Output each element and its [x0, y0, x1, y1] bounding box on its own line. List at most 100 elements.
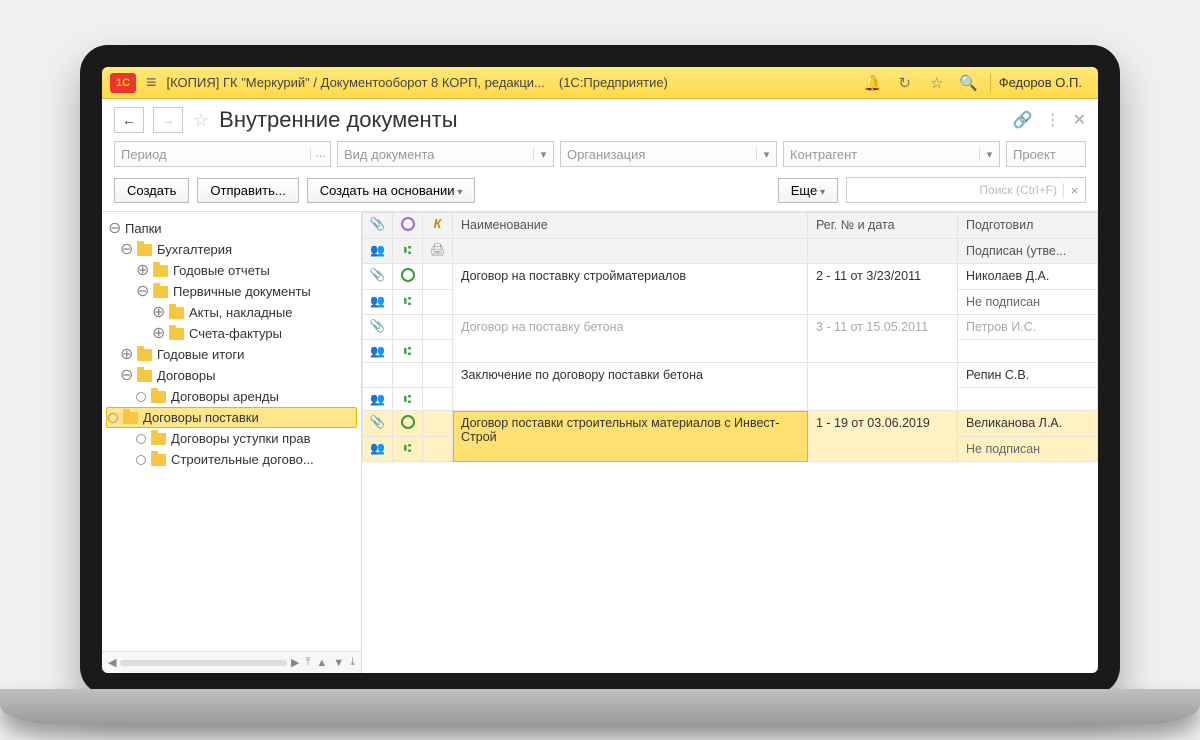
- level-up-icon[interactable]: ▲: [314, 657, 329, 669]
- col-status[interactable]: [393, 213, 423, 239]
- app-title: [КОПИЯ] ГК "Меркурий" / Документооборот …: [167, 75, 545, 90]
- tree-node[interactable]: ⊖Договоры: [106, 365, 357, 386]
- cell-name: Договор на поставку стройматериалов: [453, 264, 808, 315]
- table-row[interactable]: 📎Договор поставки строительных материало…: [363, 411, 1098, 437]
- print-icon: 🖨: [430, 243, 446, 257]
- menu-icon[interactable]: ≡: [146, 72, 157, 93]
- tree-node[interactable]: ⊕Годовые отчеты: [106, 260, 357, 281]
- tree-footer: ◀ ▶ ⤒ ▲ ▼ ⤓: [102, 651, 361, 673]
- workspace: ⊖ Папки ⊖Бухгалтерия⊕Годовые отчеты⊖Перв…: [102, 211, 1098, 673]
- create-based-button[interactable]: Создать на основании: [307, 178, 476, 203]
- folder-icon: [137, 349, 152, 361]
- expand-icon[interactable]: ⊖: [120, 245, 132, 255]
- chevron-down-icon[interactable]: ▾: [756, 148, 776, 161]
- create-button[interactable]: Создать: [114, 178, 189, 203]
- chevron-down-icon[interactable]: ▾: [533, 148, 553, 161]
- expand-icon[interactable]: ⊖: [120, 371, 132, 381]
- cell-signed: [958, 340, 1098, 363]
- close-icon[interactable]: ✕: [1073, 110, 1086, 130]
- filter-counterparty[interactable]: Контрагент▾: [783, 141, 1000, 167]
- scroll-right-icon[interactable]: ▶: [289, 656, 301, 669]
- expand-icon[interactable]: ⊖: [136, 287, 148, 297]
- kebab-icon[interactable]: ⋮: [1045, 110, 1061, 130]
- col-name[interactable]: Наименование: [453, 213, 808, 239]
- expand-icon[interactable]: ⊕: [120, 350, 132, 360]
- search-input[interactable]: [847, 183, 1063, 197]
- tree-node[interactable]: Договоры аренды: [106, 386, 357, 407]
- collapse-all-icon[interactable]: ⤒: [303, 656, 312, 669]
- tree-node[interactable]: ⊕Акты, накладные: [106, 302, 357, 323]
- col-k[interactable]: К: [423, 213, 453, 239]
- tree-node[interactable]: ⊕ Счета-фактуры: [106, 323, 357, 344]
- expand-all-icon[interactable]: ⤓: [348, 656, 357, 669]
- table-row[interactable]: 📎Договор на поставку стройматериалов2 - …: [363, 264, 1098, 290]
- tree-node[interactable]: ⊖Первичные документы: [106, 281, 357, 302]
- collapse-icon[interactable]: ⊖: [108, 224, 120, 234]
- chevron-down-icon[interactable]: ▾: [979, 148, 999, 161]
- filter-period[interactable]: Период…: [114, 141, 331, 167]
- status-ring-icon: [401, 217, 415, 231]
- folder-icon: [137, 370, 152, 382]
- filter-doctype[interactable]: Вид документа▾: [337, 141, 554, 167]
- tree-node-label: Строительные догово...: [171, 452, 314, 467]
- filter-project[interactable]: Проект: [1006, 141, 1086, 167]
- status-ring-icon: [401, 268, 415, 282]
- tree-node-label: Счета-фактуры: [189, 326, 282, 341]
- scroll-left-icon[interactable]: ◀: [106, 656, 118, 669]
- col-hierarchy[interactable]: ⑆: [393, 239, 423, 264]
- col-print[interactable]: 🖨: [423, 239, 453, 264]
- col-author[interactable]: Подготовил: [958, 213, 1098, 239]
- table-header-row-2: 👥 ⑆ 🖨 Подписан (утве...: [363, 239, 1098, 264]
- history-icon[interactable]: ↻: [894, 74, 916, 92]
- folder-tree: ⊖ Папки ⊖Бухгалтерия⊕Годовые отчеты⊖Перв…: [102, 212, 362, 673]
- search-icon[interactable]: 🔍: [958, 74, 980, 92]
- radio-icon: [136, 392, 146, 402]
- period-picker-icon[interactable]: …: [310, 148, 330, 160]
- nav-back-button[interactable]: ←: [114, 107, 144, 133]
- bell-icon[interactable]: 🔔: [862, 74, 884, 92]
- col-signed[interactable]: Подписан (утве...: [958, 239, 1098, 264]
- cell-signed: Не подписан: [958, 290, 1098, 315]
- hierarchy-icon: ⑆: [404, 344, 411, 358]
- search-box[interactable]: ×: [846, 177, 1086, 203]
- favorite-toggle[interactable]: ☆: [193, 110, 209, 131]
- people-icon: 👥: [370, 441, 385, 455]
- paperclip-icon: 📎: [370, 217, 386, 231]
- filter-org-label: Организация: [561, 147, 756, 162]
- more-button[interactable]: Еще: [778, 178, 838, 203]
- col-people[interactable]: 👥: [363, 239, 393, 264]
- nav-forward-button[interactable]: →: [153, 107, 183, 133]
- paperclip-icon: 📎: [370, 319, 386, 333]
- tree-node[interactable]: Договоры поставки: [106, 407, 357, 428]
- tree-node[interactable]: Строительные догово...: [106, 449, 357, 470]
- tree-node[interactable]: Договоры уступки прав: [106, 428, 357, 449]
- table-row[interactable]: Заключение по договору поставки бетонаРе…: [363, 363, 1098, 388]
- send-button[interactable]: Отправить...: [197, 178, 298, 203]
- app-topbar: 1C ≡ [КОПИЯ] ГК "Меркурий" / Документооб…: [102, 67, 1098, 99]
- level-down-icon[interactable]: ▼: [331, 657, 346, 669]
- folder-icon: [151, 391, 166, 403]
- clear-search-icon[interactable]: ×: [1063, 183, 1085, 198]
- radio-icon: [136, 455, 146, 465]
- hierarchy-icon: ⑆: [404, 294, 411, 308]
- tree-node[interactable]: ⊕Годовые итоги: [106, 344, 357, 365]
- action-bar: Создать Отправить... Создать на основани…: [102, 173, 1098, 211]
- star-icon[interactable]: ☆: [926, 74, 948, 92]
- cell-signed: Не подписан: [958, 437, 1098, 462]
- cell-name: Договор на поставку бетона: [453, 315, 808, 363]
- current-user[interactable]: Федоров О.П.: [990, 73, 1090, 92]
- hierarchy-icon: ⑆: [404, 441, 411, 455]
- expand-icon[interactable]: ⊕: [136, 266, 148, 276]
- tree-body: ⊖ Папки ⊖Бухгалтерия⊕Годовые отчеты⊖Перв…: [102, 212, 361, 651]
- tree-root[interactable]: ⊖ Папки: [106, 218, 357, 239]
- link-icon[interactable]: 🔗: [1013, 110, 1033, 130]
- filter-counterparty-label: Контрагент: [784, 147, 979, 162]
- cell-author: Петров И.С.: [958, 315, 1098, 340]
- tree-node[interactable]: ⊖Бухгалтерия: [106, 239, 357, 260]
- table-row[interactable]: 📎Договор на поставку бетона3 - 11 от 15.…: [363, 315, 1098, 340]
- col-attach[interactable]: 📎: [363, 213, 393, 239]
- expand-icon[interactable]: ⊕: [152, 308, 164, 318]
- expand-icon[interactable]: ⊕: [152, 329, 164, 339]
- col-reg[interactable]: Рег. № и дата: [808, 213, 958, 239]
- filter-org[interactable]: Организация▾: [560, 141, 777, 167]
